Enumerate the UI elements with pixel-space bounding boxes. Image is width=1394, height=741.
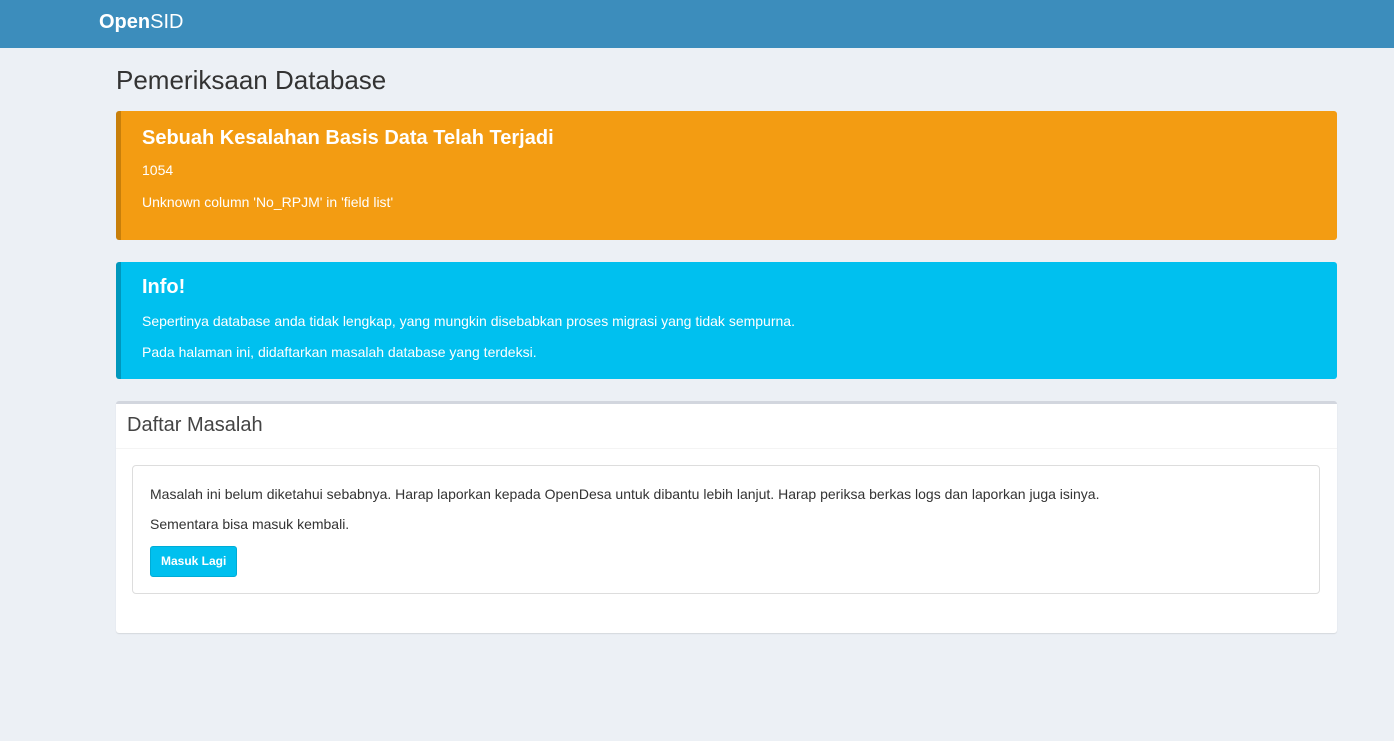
info-callout: Info! Sepertinya database anda tidak len… [116, 262, 1337, 379]
error-heading: Sebuah Kesalahan Basis Data Telah Terjad… [142, 127, 554, 149]
problems-box-title: Daftar Masalah [127, 414, 263, 436]
brand-text-bold: Open [99, 11, 151, 33]
problems-box-header: Daftar Masalah [116, 404, 1337, 449]
problem-message: Masalah ini belum diketahui sebabnya. Ha… [150, 486, 1100, 502]
top-navbar: OpenSID [0, 0, 1394, 48]
problem-hint: Sementara bisa masuk kembali. [150, 516, 350, 532]
login-again-button[interactable]: Masuk Lagi [150, 546, 238, 577]
info-line-1: Sepertinya database anda tidak lengkap, … [142, 313, 795, 329]
brand-logo[interactable]: OpenSID [99, 11, 183, 33]
page-title: Pemeriksaan Database [116, 65, 387, 95]
error-callout: Sebuah Kesalahan Basis Data Telah Terjad… [116, 111, 1337, 240]
error-message: Unknown column 'No_RPJM' in 'field list' [142, 194, 394, 210]
problem-panel: Masalah ini belum diketahui sebabnya. Ha… [132, 465, 1320, 594]
info-heading: Info! [142, 276, 186, 298]
brand-text-regular: SID [150, 11, 184, 33]
problems-box: Daftar Masalah Masalah ini belum diketah… [116, 401, 1337, 633]
error-code: 1054 [142, 162, 174, 178]
info-line-2: Pada halaman ini, didaftarkan masalah da… [142, 344, 537, 360]
